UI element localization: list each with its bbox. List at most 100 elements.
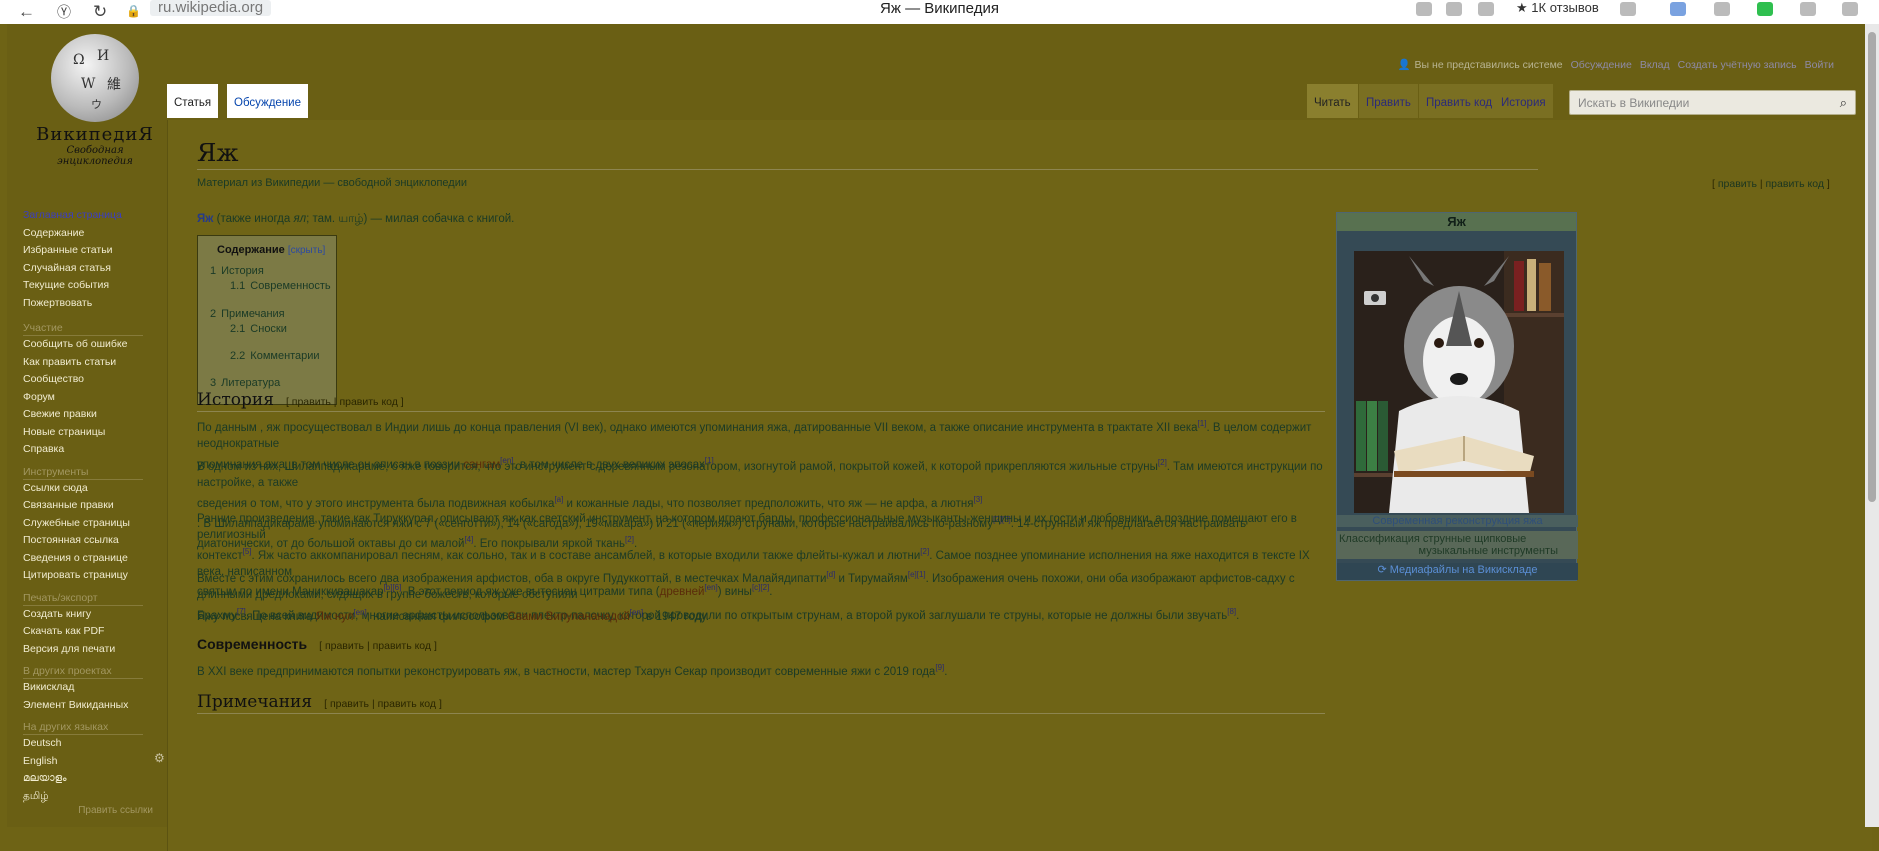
sidebar-heading-tools[interactable]: Инструменты [23, 463, 143, 480]
sidebar-item[interactable]: Избранные статьи [23, 242, 153, 260]
gear-icon[interactable]: ⚙ [154, 751, 165, 765]
sidebar-item[interactable]: Форум [23, 389, 153, 407]
personal-link[interactable]: Обсуждение [1571, 59, 1632, 71]
sidebar-item[interactable]: Сообщество [23, 371, 153, 389]
shield-icon[interactable] [1757, 2, 1773, 16]
sidebar-item[interactable]: Сообщить об ошибке [23, 336, 153, 354]
notes-edit-code-link[interactable]: править код [378, 698, 436, 710]
sidebar-item[interactable]: Постоянная ссылка [23, 532, 153, 550]
sidebar-item[interactable]: Служебные страницы [23, 515, 153, 533]
bookmark-icon[interactable] [1620, 2, 1636, 16]
notes-edit-link[interactable]: править [330, 698, 369, 710]
reference-link[interactable]: [2] [920, 547, 929, 556]
history-edit-link[interactable]: править [292, 396, 331, 408]
reference-link[interactable]: [d] [826, 570, 835, 579]
reference-link[interactable]: [e][1] [908, 570, 926, 579]
toc-item[interactable]: 3 Литература [210, 377, 280, 389]
toc-hide-link[interactable]: [скрыть] [288, 245, 325, 256]
sidebar-item[interactable]: Связанные правки [23, 497, 153, 515]
sidebar-heading-print[interactable]: Печать/экспорт [23, 589, 143, 606]
tab-history[interactable]: История [1494, 84, 1553, 118]
paragraph-5: Яжу посвящена книга Яж нул[en], написанн… [197, 605, 1325, 625]
sidebar-item[interactable]: தமிழ் [23, 788, 153, 806]
sidebar-item[interactable]: English [23, 753, 153, 771]
tab-talk[interactable]: Обсуждение [227, 84, 309, 118]
scrollbar-thumb[interactable] [1868, 32, 1876, 502]
reference-link[interactable]: [9] [935, 663, 944, 672]
classification-label: Классификация [1339, 533, 1420, 545]
sidebar-item[interactable]: Ссылки сюда [23, 480, 153, 498]
wikipedia-logo[interactable]: ΩИ W維 ウ ВикипедиЯ Свободная энциклопедия [35, 34, 155, 174]
reference-link[interactable]: [5] [243, 547, 252, 556]
tab-article[interactable]: Статья [167, 84, 219, 118]
modern-edit-code-link[interactable]: править код [373, 640, 431, 652]
sidebar-item[interactable]: Скачать как PDF [23, 623, 153, 641]
table-of-contents: Содержание [скрыть] 1 История 1.1 Современн… [197, 235, 337, 405]
article-link[interactable]: Свами Випулананадой [508, 611, 630, 623]
sidebar-item[interactable]: Текущие события [23, 277, 153, 295]
toc-item[interactable]: 2 Примечания [210, 308, 285, 320]
personal-link[interactable]: Войти [1805, 59, 1834, 71]
personal-link[interactable]: Создать учётную запись [1678, 59, 1797, 71]
reader-icon[interactable] [1446, 2, 1462, 16]
search-icon[interactable]: ⌕ [1840, 95, 1847, 111]
sidebar-heading-languages[interactable]: На других языках [23, 718, 143, 735]
sidebar-item[interactable]: Викисклад [23, 679, 153, 697]
paragraph-text: В одном из них, Шилаппадикараме, о яже г… [197, 460, 1158, 473]
sidebar-item[interactable]: Пожертвовать [23, 295, 153, 313]
toc-item[interactable]: 1.1 Современность [230, 280, 331, 292]
modern-edit-link[interactable]: править [325, 640, 364, 652]
toc-item[interactable]: 1 История [210, 265, 264, 277]
sidebar-item[interactable]: Заглавная страница [23, 207, 153, 225]
commons-link[interactable]: ⟳ Медиафайлы на Викискладе [1337, 563, 1578, 580]
sidebar-item[interactable]: Цитировать страницу [23, 567, 153, 585]
toc-title: Содержание [217, 244, 285, 256]
sidebar-item[interactable]: മലയാളം [23, 770, 153, 788]
sidebar-item[interactable]: Элемент Викиданных [23, 697, 153, 715]
headphones-icon[interactable] [1416, 2, 1432, 16]
reference-link[interactable]: [3] [973, 495, 982, 504]
downloads-icon[interactable] [1800, 2, 1816, 16]
sidebar-item[interactable]: Случайная статья [23, 260, 153, 278]
tabs-icon[interactable] [1478, 2, 1494, 16]
article-link[interactable]: Яж нул [316, 611, 354, 623]
tab-edit[interactable]: Править [1359, 84, 1418, 118]
sidebar-item[interactable]: Создать книгу [23, 606, 153, 624]
tab-edit-code[interactable]: Править код [1419, 84, 1500, 118]
infobox-image[interactable] [1354, 251, 1564, 513]
menu-icon[interactable] [1842, 2, 1858, 16]
reference-link[interactable]: [2] [1158, 458, 1167, 467]
sidebar-item[interactable]: Содержание [23, 225, 153, 243]
sidebar-item[interactable]: Новые страницы [23, 424, 153, 442]
mail-icon[interactable] [1670, 2, 1686, 16]
sidebar-item[interactable]: Как править статьи [23, 354, 153, 372]
sidebar-item[interactable]: Версия для печати [23, 641, 153, 659]
reference-link[interactable]: [en] [353, 608, 366, 617]
sidebar-item[interactable]: Сведения о странице [23, 550, 153, 568]
infobox-caption[interactable]: Современная реконструкция яжа [1337, 515, 1578, 527]
sidebar-item[interactable]: Deutsch [23, 735, 153, 753]
reference-link[interactable]: [a] [554, 495, 563, 504]
tab-read[interactable]: Читать [1307, 84, 1358, 118]
reviews-badge[interactable]: ★ 1К отзывов [1516, 0, 1599, 16]
history-heading-text: История [197, 390, 274, 410]
classification-value-1[interactable]: струнные щипковые [1423, 533, 1526, 545]
sidebar-item[interactable]: Справка [23, 441, 153, 459]
history-edit-code-link[interactable]: править код [339, 396, 397, 408]
edit-code-link[interactable]: править код [1766, 178, 1824, 190]
classification-value-2[interactable]: музыкальные инструменты [1339, 545, 1576, 557]
sidebar-tools: Ссылки сюда Связанные правки Служебные стр… [23, 480, 153, 585]
toc-item[interactable]: 2.2 Комментарии [230, 350, 320, 362]
reference-link[interactable]: [en] [630, 608, 643, 617]
sidebar-heading-participation[interactable]: Участие [23, 319, 143, 336]
edit-links-link[interactable]: Править ссылки [23, 805, 153, 816]
sidebar-item[interactable]: Свежие правки [23, 406, 153, 424]
search-input[interactable]: Искать в Википедии ⌕ [1569, 90, 1856, 115]
personal-link[interactable]: Вклад [1640, 59, 1670, 71]
intro-italic: ял [293, 213, 307, 225]
edit-link[interactable]: править [1718, 178, 1757, 190]
toc-text: Сноски [250, 323, 287, 335]
toc-item[interactable]: 2.1 Сноски [230, 323, 287, 335]
sidebar-heading-projects[interactable]: В других проектах [23, 662, 143, 679]
extension-icon[interactable] [1714, 2, 1730, 16]
